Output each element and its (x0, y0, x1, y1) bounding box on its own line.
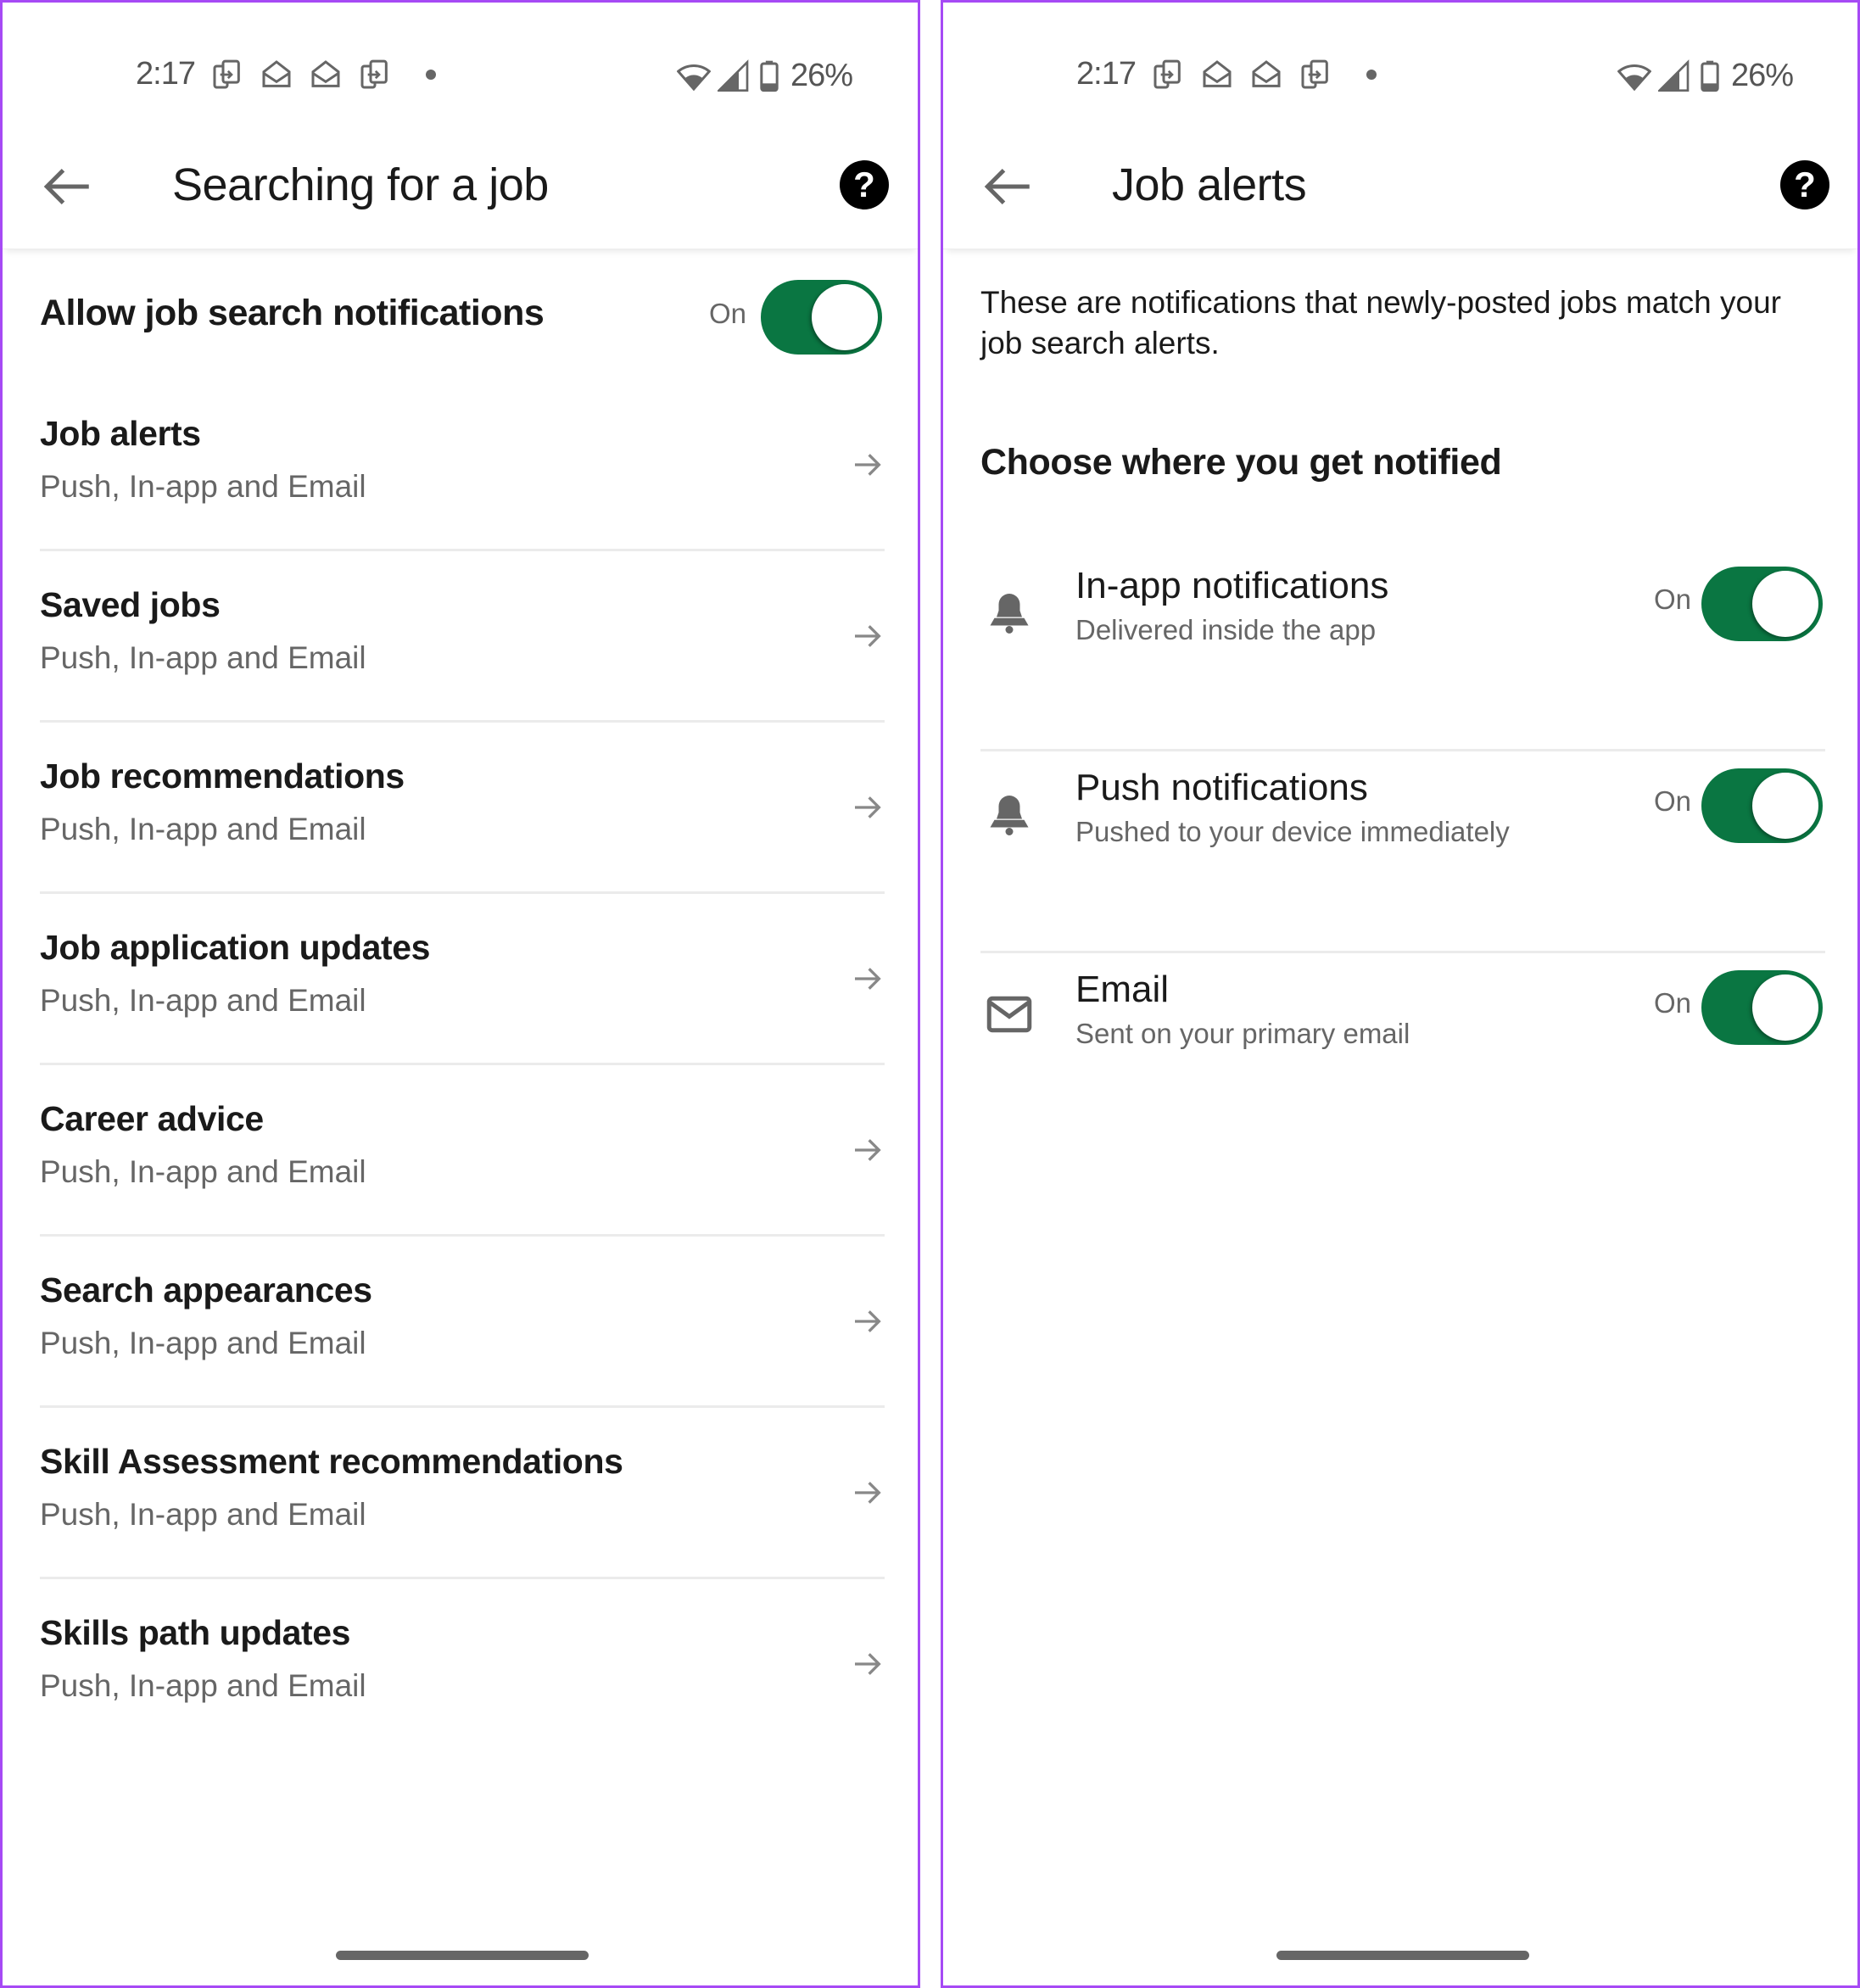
notification-channel-row: Push notifications Pushed to your device … (980, 751, 1825, 953)
item-subtitle: Push, In-app and Email (40, 812, 366, 846)
device-transfer-icon (1301, 59, 1328, 89)
channel-subtitle: Delivered inside the app (1075, 614, 1377, 645)
status-bar: 2:17 26% (3, 49, 918, 100)
bell-icon (984, 585, 1035, 636)
item-subtitle: Push, In-app and Email (40, 640, 366, 675)
cellular-signal-icon (718, 59, 749, 92)
item-subtitle: Push, In-app and Email (40, 1497, 366, 1532)
page-title: Searching for a job (172, 159, 549, 210)
home-indicator[interactable] (336, 1951, 589, 1960)
battery-percent: 26% (790, 58, 853, 93)
item-title: Skill Assessment recommendations (40, 1442, 623, 1481)
item-subtitle: Push, In-app and Email (40, 1326, 366, 1360)
status-time: 2:17 (136, 56, 196, 92)
open-mail-icon (311, 60, 340, 87)
channel-toggle-state: On (1654, 584, 1692, 615)
app-header: Searching for a job ? (3, 130, 918, 249)
page-title: Job alerts (1112, 159, 1307, 210)
envelope-icon (984, 989, 1035, 1040)
item-title: Saved jobs (40, 585, 221, 624)
arrow-right-icon (851, 1133, 885, 1167)
item-subtitle: Push, In-app and Email (40, 1154, 366, 1189)
item-title: Job alerts (40, 414, 201, 453)
channel-subtitle: Sent on your primary email (1075, 1018, 1410, 1049)
status-icons-right: 26% (1617, 58, 1794, 94)
channel-toggle[interactable] (1701, 567, 1823, 641)
master-toggle-row: Allow job search notifications On (3, 274, 918, 359)
master-toggle-state: On (709, 298, 747, 329)
notification-dot-icon (426, 70, 436, 80)
channel-toggle-state: On (1654, 785, 1692, 817)
channel-toggle[interactable] (1701, 970, 1823, 1045)
back-arrow-icon[interactable] (40, 159, 96, 215)
notification-category-item[interactable]: Search appearances Push, In-app and Email (40, 1237, 885, 1408)
notification-dot-icon (1366, 70, 1377, 80)
status-icons-left (210, 58, 436, 92)
channel-title: Push notifications (1075, 767, 1368, 808)
open-mail-icon (262, 60, 291, 87)
notification-category-item[interactable]: Skill Assessment recommendations Push, In… (40, 1408, 885, 1579)
notification-category-item[interactable]: Job alerts Push, In-app and Email (40, 380, 885, 551)
device-transfer-icon (1153, 59, 1181, 89)
cellular-signal-icon (1658, 59, 1690, 92)
channel-title: In-app notifications (1075, 565, 1389, 606)
help-circle-icon[interactable]: ? (840, 160, 889, 209)
toggle-knob (812, 284, 878, 350)
arrow-right-icon (851, 790, 885, 824)
home-indicator[interactable] (1276, 1951, 1529, 1960)
arrow-right-icon (851, 619, 885, 653)
bell-icon (984, 787, 1035, 838)
battery-icon (760, 60, 779, 92)
item-subtitle: Push, In-app and Email (40, 469, 366, 504)
battery-icon (1701, 60, 1719, 92)
right-screen: 2:17 26% Job alerts ? These are notifica… (941, 0, 1860, 1988)
page-description: These are notifications that newly-poste… (980, 285, 1781, 360)
channel-subtitle: Pushed to your device immediately (1075, 816, 1510, 847)
status-bar: 2:17 26% (943, 49, 1857, 100)
item-title: Job application updates (40, 928, 431, 967)
channel-toggle-state: On (1654, 987, 1692, 1019)
arrow-right-icon (851, 448, 885, 482)
item-title: Skills path updates (40, 1613, 351, 1652)
open-mail-icon (1203, 60, 1232, 87)
wifi-icon (677, 64, 711, 91)
item-title: Job recommendations (40, 757, 405, 796)
notification-category-item[interactable]: Saved jobs Push, In-app and Email (40, 551, 885, 723)
app-header: Job alerts ? (943, 130, 1857, 249)
notification-category-item[interactable]: Career advice Push, In-app and Email (40, 1065, 885, 1237)
arrow-right-icon (851, 1304, 885, 1338)
toggle-knob (1752, 974, 1818, 1041)
wifi-icon (1617, 64, 1651, 91)
arrow-right-icon (851, 1476, 885, 1510)
section-heading: Choose where you get notified (980, 442, 1502, 483)
open-mail-icon (1252, 60, 1281, 87)
arrow-right-icon (851, 1647, 885, 1681)
channel-title: Email (1075, 969, 1170, 1010)
notification-channel-row: In-app notifications Delivered inside the… (980, 550, 1825, 751)
status-icons-right: 26% (677, 58, 853, 94)
master-toggle-label: Allow job search notifications (40, 293, 545, 333)
allow-notifications-toggle[interactable] (761, 280, 882, 355)
battery-percent: 26% (1731, 58, 1794, 93)
help-circle-icon[interactable]: ? (1780, 160, 1829, 209)
status-time: 2:17 (1076, 56, 1137, 92)
item-title: Career advice (40, 1099, 264, 1138)
notification-category-item[interactable]: Skills path updates Push, In-app and Emai… (40, 1579, 885, 1751)
item-title: Search appearances (40, 1270, 372, 1310)
notification-channel-row: Email Sent on your primary email On (980, 953, 1825, 1155)
item-subtitle: Push, In-app and Email (40, 983, 366, 1018)
back-arrow-icon[interactable] (980, 159, 1036, 215)
arrow-right-icon (851, 962, 885, 996)
left-screen: 2:17 26% Searching for a job ? Allow job… (0, 0, 920, 1988)
status-icons-left (1151, 58, 1377, 92)
notification-category-item[interactable]: Job application updates Push, In-app and … (40, 894, 885, 1065)
toggle-knob (1752, 571, 1818, 637)
device-transfer-icon (213, 59, 240, 89)
notification-category-item[interactable]: Job recommendations Push, In-app and Emai… (40, 723, 885, 894)
device-transfer-icon (360, 59, 388, 89)
toggle-knob (1752, 773, 1818, 839)
item-subtitle: Push, In-app and Email (40, 1668, 366, 1703)
channel-toggle[interactable] (1701, 768, 1823, 843)
